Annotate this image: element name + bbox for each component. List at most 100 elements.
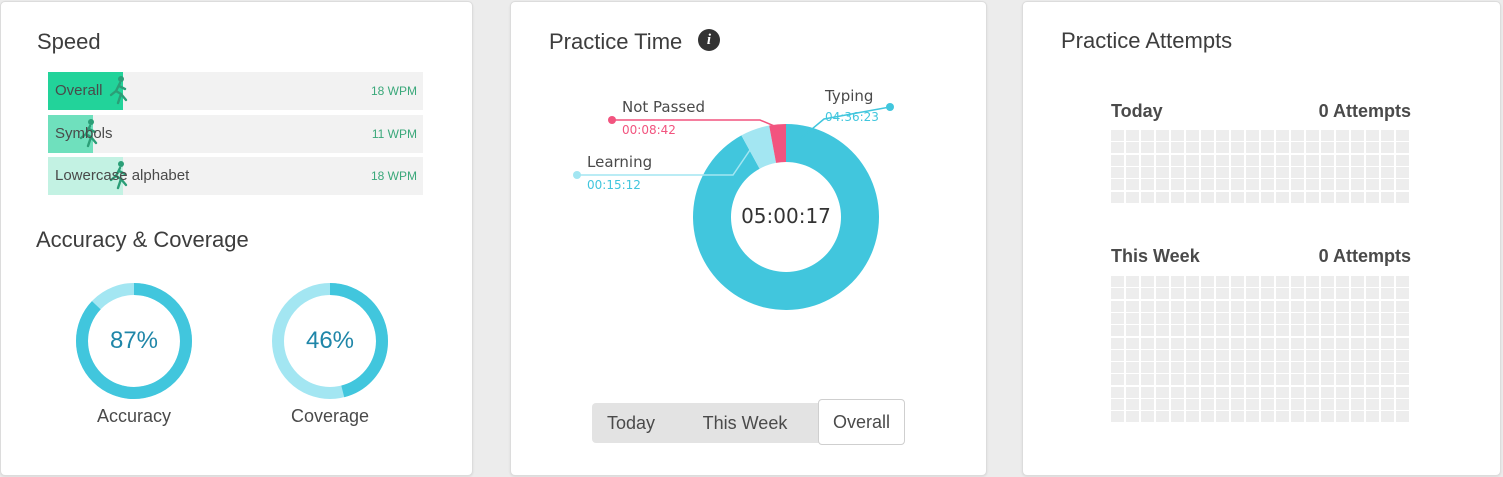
info-icon[interactable]: i [698,29,720,51]
attempt-cell [1246,337,1259,349]
tab-this-week[interactable]: This Week [682,403,808,443]
attempt-cell [1291,191,1304,203]
attempt-cell [1171,288,1184,300]
attempt-cell [1261,300,1274,312]
attempt-cell [1111,399,1124,410]
attempt-cell [1186,349,1199,361]
attempt-cell [1111,130,1124,141]
attempt-cell [1216,130,1229,141]
attempt-cell [1246,154,1259,166]
attempt-cell [1111,374,1124,386]
attempt-cell [1306,325,1319,337]
attempt-cell [1246,312,1259,324]
attempt-cell [1276,154,1289,166]
attempt-cell [1276,399,1289,410]
attempt-cell [1201,130,1214,141]
attempt-cell [1141,325,1154,337]
attempt-cell [1261,386,1274,398]
attempt-cell [1201,154,1214,166]
attempt-cell [1351,362,1364,374]
attempt-cell [1276,325,1289,337]
attempt-cell [1276,288,1289,300]
attempt-cell [1216,399,1229,410]
attempt-cell [1246,179,1259,191]
attempt-cell [1381,179,1394,191]
attempt-cell [1276,179,1289,191]
tab-overall[interactable]: Overall [818,399,905,445]
speed-row: Lowercase alphabet 18 WPM [48,157,423,195]
practice-time-title: Practice Time [549,29,683,54]
coverage-caption: Coverage [290,406,370,426]
attempt-cell [1381,276,1394,287]
attempt-cell [1261,166,1274,178]
tab-today[interactable]: Today [592,403,670,443]
speed-row-value: 18 WPM [370,169,417,183]
attempt-cell [1396,166,1409,178]
attempt-cell [1201,325,1214,337]
attempt-cell [1381,374,1394,386]
attempt-cell [1261,349,1274,361]
attempt-cell [1306,411,1319,423]
this-week-label: This Week [1111,246,1200,266]
attempt-cell [1291,374,1304,386]
attempt-cell [1186,179,1199,191]
attempt-cell [1306,154,1319,166]
attempt-cell [1381,337,1394,349]
attempt-cell [1231,166,1244,178]
attempt-cell [1141,276,1154,287]
attempt-cell [1141,191,1154,203]
attempt-cell [1306,399,1319,410]
attempt-cell [1186,300,1199,312]
attempt-cell [1156,386,1169,398]
attempt-cell [1396,399,1409,410]
attempt-cell [1111,288,1124,300]
attempt-cell [1321,386,1334,398]
attempt-cell [1156,362,1169,374]
attempt-cell [1261,411,1274,423]
attempt-cell [1141,349,1154,361]
attempt-cell [1201,288,1214,300]
attempt-cell [1396,411,1409,423]
attempt-cell [1351,130,1364,141]
attempt-cell [1111,325,1124,337]
attempt-cell [1126,300,1139,312]
attempt-cell [1126,386,1139,398]
attempt-cell [1261,154,1274,166]
attempt-cell [1156,191,1169,203]
attempt-cell [1396,374,1409,386]
attempt-cell [1126,399,1139,410]
attempt-cell [1156,179,1169,191]
attempt-cell [1126,142,1139,154]
attempt-cell [1276,349,1289,361]
attempt-cell [1141,399,1154,410]
attempt-cell [1216,374,1229,386]
attempt-cell [1306,386,1319,398]
attempt-cell [1141,142,1154,154]
attempt-cell [1336,349,1349,361]
attempt-cell [1246,386,1259,398]
attempt-cell [1156,349,1169,361]
attempt-cell [1396,191,1409,203]
attempt-cell [1321,411,1334,423]
attempt-cell [1366,411,1379,423]
attempt-cell [1351,399,1364,410]
attempt-cell [1366,166,1379,178]
attempt-cell [1336,142,1349,154]
attempt-cell [1156,374,1169,386]
attempt-cell [1216,411,1229,423]
attempt-cell [1321,154,1334,166]
attempt-cell [1156,399,1169,410]
attempt-cell [1156,312,1169,324]
attempt-cell [1156,130,1169,141]
attempt-cell [1231,288,1244,300]
attempt-cell [1351,179,1364,191]
attempt-cell [1201,191,1214,203]
attempt-cell [1246,399,1259,410]
attempt-cell [1351,312,1364,324]
attempt-cell [1231,154,1244,166]
attempt-cell [1141,374,1154,386]
attempt-cell [1216,166,1229,178]
attempt-cell [1186,399,1199,410]
attempt-cell [1171,325,1184,337]
attempt-cell [1171,399,1184,410]
